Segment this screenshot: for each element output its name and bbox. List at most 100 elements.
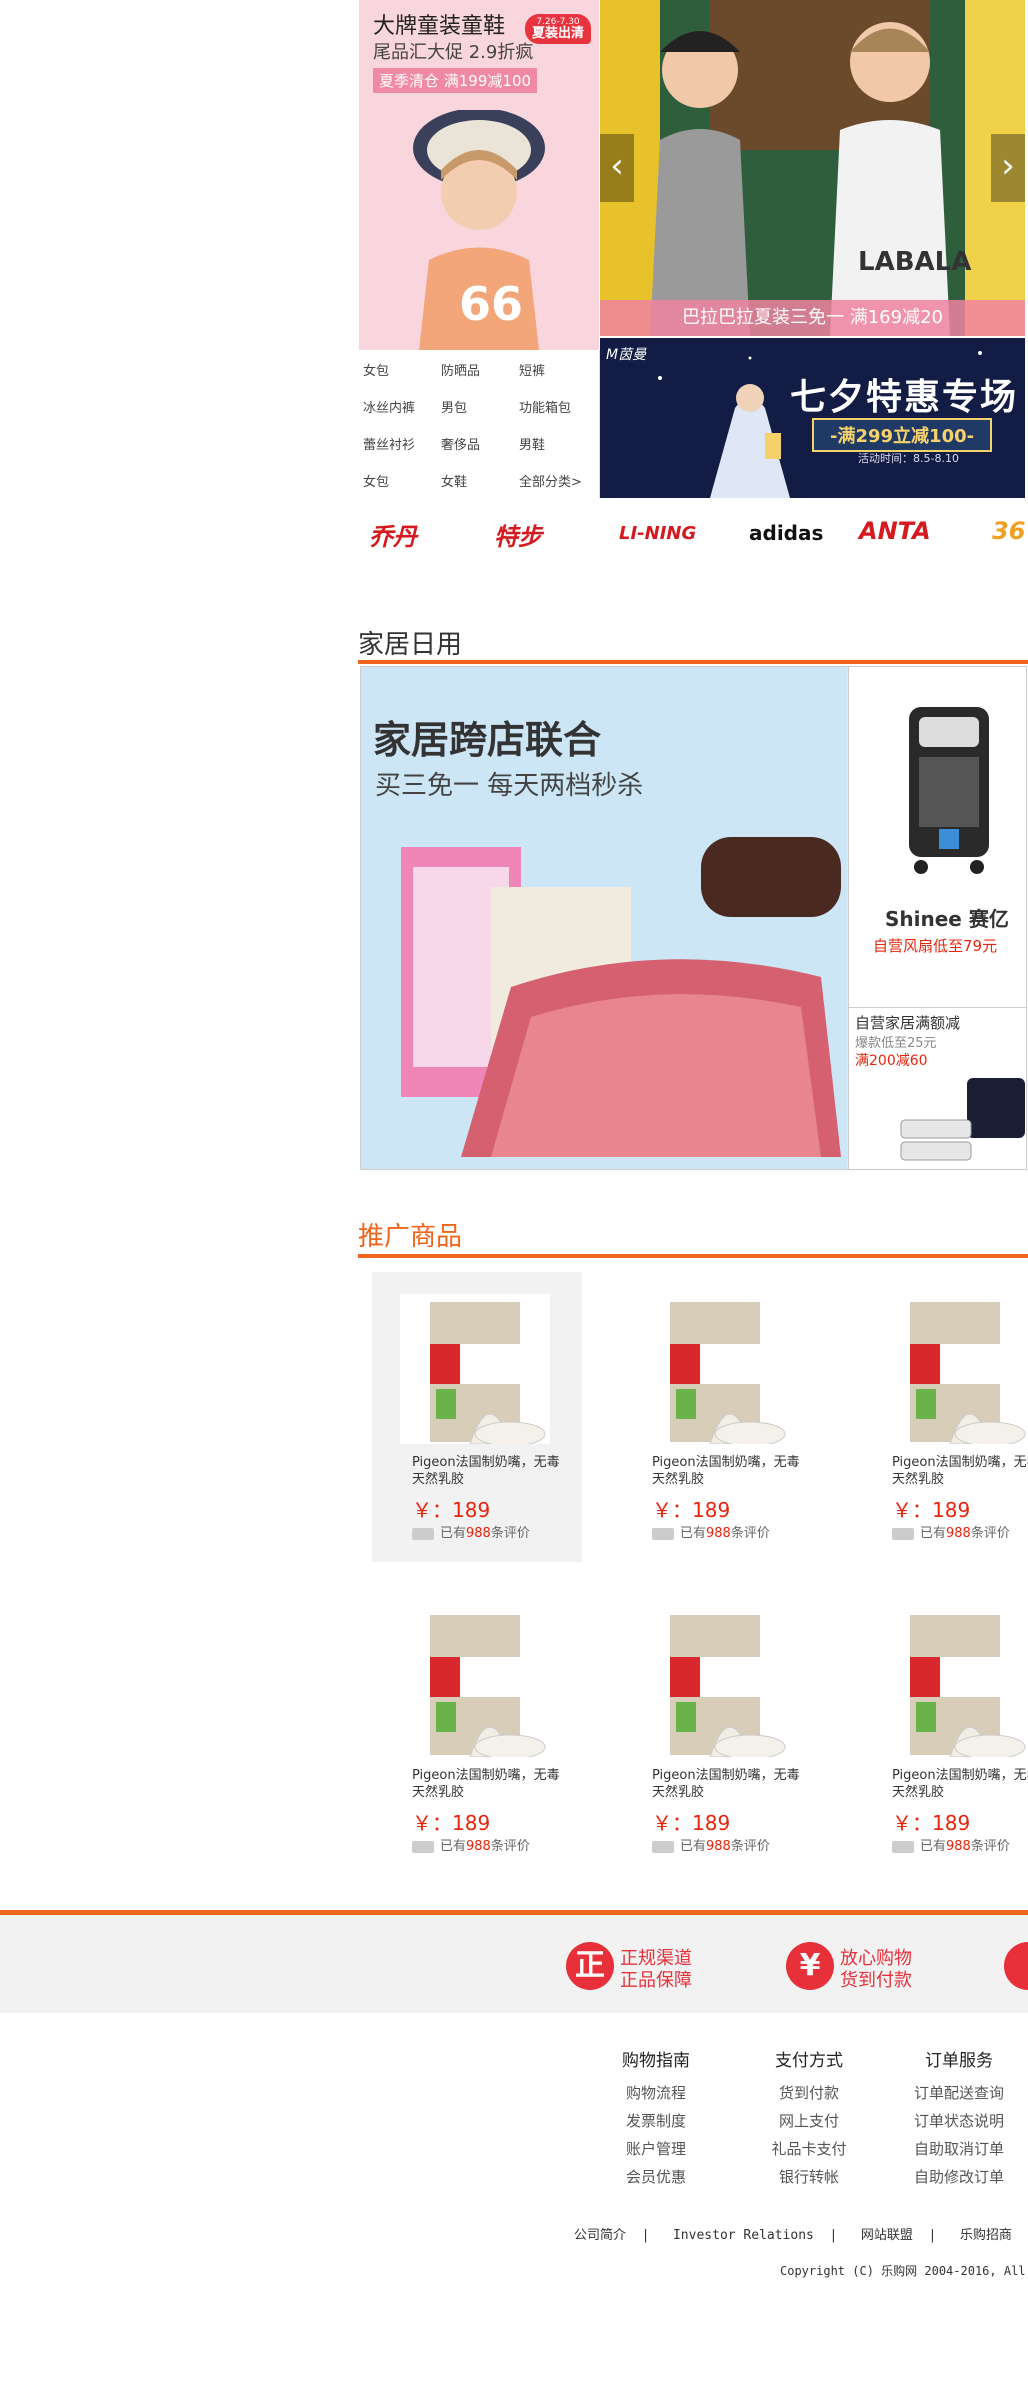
product-name[interactable]: Pigeon法国制奶嘴，无毒天然乳胶 bbox=[412, 1767, 572, 1801]
footer-col-title: 支付方式 bbox=[775, 2051, 843, 2071]
review-count: 988 bbox=[706, 1526, 731, 1541]
footer-link[interactable]: 货到付款 bbox=[760, 2079, 858, 2107]
copyright-text: Copyright (C) 乐购网 2004-2016, All bbox=[780, 2264, 1026, 2278]
category-link[interactable]: 女鞋 bbox=[441, 471, 467, 490]
product-image[interactable] bbox=[880, 1607, 1028, 1757]
product-reviews[interactable]: 已有988条评价 bbox=[892, 1522, 1010, 1541]
kitchen-promo-sub: 爆款低至25元 bbox=[855, 1036, 937, 1051]
fan-promo-text: 自营风扇低至79元 bbox=[873, 937, 998, 955]
guarantee-band: 正 正规渠道 正品保障 ¥ 放心购物 货到付款 bbox=[0, 1915, 1028, 2013]
footer-link[interactable]: 会员优惠 bbox=[612, 2163, 700, 2191]
product-price: ￥：189 bbox=[892, 1498, 971, 1522]
containers-image bbox=[900, 1078, 1025, 1161]
product-image[interactable] bbox=[640, 1607, 790, 1757]
product-image[interactable] bbox=[400, 1294, 550, 1444]
qixi-time: 活动时间：8.5-8.10 bbox=[858, 452, 959, 465]
kitchen-promo-title: 自营家居满额减 bbox=[855, 1014, 961, 1032]
all-categories-link[interactable]: 全部分类> bbox=[519, 471, 582, 490]
product-reviews[interactable]: 已有988条评价 bbox=[892, 1835, 1010, 1854]
home-promo-kitchen[interactable]: 自营家居满额减 爆款低至25元 满200减60 bbox=[848, 1007, 1026, 1169]
home-promo-fan[interactable]: Shinee 赛亿 自营风扇低至79元 bbox=[848, 667, 1026, 1007]
adidas-logo[interactable]: adidas bbox=[749, 521, 823, 545]
product-card[interactable]: Pigeon法国制奶嘴，无毒天然乳胶 ￥：189 已有988条评价 bbox=[612, 1272, 822, 1562]
product-name[interactable]: Pigeon法国制奶嘴，无毒天然乳胶 bbox=[652, 1454, 812, 1488]
review-prefix: 已有 bbox=[920, 1526, 947, 1541]
footer-link-about[interactable]: 公司简介 bbox=[574, 2228, 626, 2243]
product-reviews[interactable]: 已有988条评价 bbox=[652, 1835, 770, 1854]
footer-link-investor[interactable]: Investor Relations bbox=[673, 2228, 814, 2243]
product-price: ￥：189 bbox=[652, 1498, 731, 1522]
category-link[interactable]: 男鞋 bbox=[519, 434, 545, 453]
product-reviews[interactable]: 已有988条评价 bbox=[412, 1522, 530, 1541]
product-image[interactable] bbox=[880, 1294, 1028, 1444]
footer-link[interactable]: 网上支付 bbox=[760, 2107, 858, 2135]
footer-link-alliance[interactable]: 网站联盟 bbox=[861, 2228, 913, 2243]
kid-photo: 66 bbox=[413, 110, 545, 350]
review-suffix: 条评价 bbox=[970, 1526, 1010, 1541]
footer-link[interactable]: 账户管理 bbox=[612, 2135, 700, 2163]
review-suffix: 条评价 bbox=[970, 1839, 1010, 1854]
kids-photo: LABALA bbox=[600, 0, 1025, 336]
product-reviews[interactable]: 已有988条评价 bbox=[412, 1835, 530, 1854]
category-link[interactable]: 女包 bbox=[363, 471, 389, 490]
category-link[interactable]: 女包 bbox=[363, 360, 389, 379]
product-card[interactable]: Pigeon法国制奶嘴，无毒天然乳胶 ￥：189 已有988条评价 bbox=[852, 1272, 1028, 1562]
section-divider bbox=[358, 1254, 1028, 1258]
kids-title: 大牌童装童鞋 bbox=[373, 14, 506, 39]
yuan-icon: ¥ bbox=[786, 1942, 834, 1990]
footer-col-shopping-guide: 购物指南 购物流程 发票制度 账户管理 会员优惠 bbox=[612, 2046, 700, 2191]
footer-link[interactable]: 订单状态说明 bbox=[904, 2107, 1014, 2135]
product-card[interactable]: Pigeon法国制奶嘴，无毒天然乳胶 ￥：189 已有988条评价 bbox=[372, 1585, 582, 1875]
category-link[interactable]: 奢侈品 bbox=[441, 434, 480, 453]
xtep-logo[interactable]: 特步 bbox=[494, 517, 542, 552]
category-link[interactable]: 防晒品 bbox=[441, 360, 480, 379]
footer-link[interactable]: 订单配送查询 bbox=[904, 2079, 1014, 2107]
authentic-icon: 正 bbox=[566, 1942, 614, 1990]
footer-col-title: 订单服务 bbox=[925, 2051, 993, 2071]
product-name[interactable]: Pigeon法国制奶嘴，无毒天然乳胶 bbox=[412, 1454, 572, 1488]
review-prefix: 已有 bbox=[440, 1839, 467, 1854]
footer-link[interactable]: 银行转帐 bbox=[760, 2163, 858, 2191]
product-name[interactable]: Pigeon法国制奶嘴，无毒天然乳胶 bbox=[892, 1454, 1028, 1488]
bedroom-image bbox=[401, 837, 841, 1157]
product-name[interactable]: Pigeon法国制奶嘴，无毒天然乳胶 bbox=[652, 1767, 812, 1801]
review-count: 988 bbox=[466, 1526, 491, 1541]
review-prefix: 已有 bbox=[920, 1839, 947, 1854]
brand-361-logo[interactable]: 36 bbox=[992, 517, 1025, 545]
category-link[interactable]: 冰丝内裤 bbox=[363, 397, 415, 416]
kids-banner[interactable]: 大牌童装童鞋 尾品汇大促 2.9折疯 夏季清仓 满199减100 7.26-7.… bbox=[359, 0, 599, 350]
jordan-logo[interactable]: 乔丹 bbox=[369, 517, 417, 552]
review-count: 988 bbox=[946, 1526, 971, 1541]
footer-link-merchants[interactable]: 乐购招商 bbox=[960, 2228, 1012, 2243]
category-link[interactable]: 蕾丝衬衫 bbox=[363, 434, 415, 453]
category-link[interactable]: 功能箱包 bbox=[519, 397, 571, 416]
footer-link[interactable]: 自助修改订单 bbox=[904, 2163, 1014, 2191]
category-list: 女包 防晒品 短裤 冰丝内裤 男包 功能箱包 蕾丝衬衫 奢侈品 男鞋 女包 女鞋… bbox=[359, 350, 600, 498]
product-card[interactable]: Pigeon法国制奶嘴，无毒天然乳胶 ￥：189 已有988条评价 bbox=[852, 1585, 1028, 1875]
footer-link[interactable]: 自助取消订单 bbox=[904, 2135, 1014, 2163]
product-reviews[interactable]: 已有988条评价 bbox=[652, 1522, 770, 1541]
carousel-caption[interactable]: 巴拉巴拉夏装三免一 满169减20 bbox=[600, 300, 1025, 336]
footer-link[interactable]: 礼品卡支付 bbox=[760, 2135, 858, 2163]
review-count: 988 bbox=[946, 1839, 971, 1854]
product-image[interactable] bbox=[400, 1607, 550, 1757]
home-banner[interactable]: 家居跨店联合 买三免一 每天两档秒杀 Shinee 赛亿 自营风扇低至79元 自… bbox=[360, 666, 1027, 1170]
footer-link[interactable]: 发票制度 bbox=[612, 2107, 700, 2135]
qixi-offer: -满299立减100- bbox=[812, 418, 993, 452]
main-carousel-slide[interactable]: LABALA ‹ › bbox=[600, 0, 1025, 336]
footer-col-order-service: 订单服务 订单配送查询 订单状态说明 自助取消订单 自助修改订单 bbox=[904, 2046, 1014, 2191]
product-image[interactable] bbox=[640, 1294, 790, 1444]
lining-logo[interactable]: LI-NING bbox=[619, 523, 696, 544]
category-link[interactable]: 短裤 bbox=[519, 360, 545, 379]
product-card[interactable]: Pigeon法国制奶嘴，无毒天然乳胶 ￥：189 已有988条评价 bbox=[372, 1272, 582, 1562]
carousel-next-button[interactable]: › bbox=[991, 134, 1025, 202]
category-link[interactable]: 男包 bbox=[441, 397, 467, 416]
product-name[interactable]: Pigeon法国制奶嘴，无毒天然乳胶 bbox=[892, 1767, 1028, 1801]
home-promo-left[interactable]: 家居跨店联合 买三免一 每天两档秒杀 bbox=[361, 667, 847, 1169]
footer-link[interactable]: 购物流程 bbox=[612, 2079, 700, 2107]
product-card[interactable]: Pigeon法国制奶嘴，无毒天然乳胶 ￥：189 已有988条评价 bbox=[612, 1585, 822, 1875]
carousel-prev-button[interactable]: ‹ bbox=[600, 134, 634, 202]
anta-logo[interactable]: ANTA bbox=[859, 517, 931, 545]
qixi-promo-banner[interactable]: M茵曼 七夕特惠专场 -满299立减100- 活动时间：8.5-8.10 bbox=[600, 338, 1025, 498]
review-count: 988 bbox=[466, 1839, 491, 1854]
